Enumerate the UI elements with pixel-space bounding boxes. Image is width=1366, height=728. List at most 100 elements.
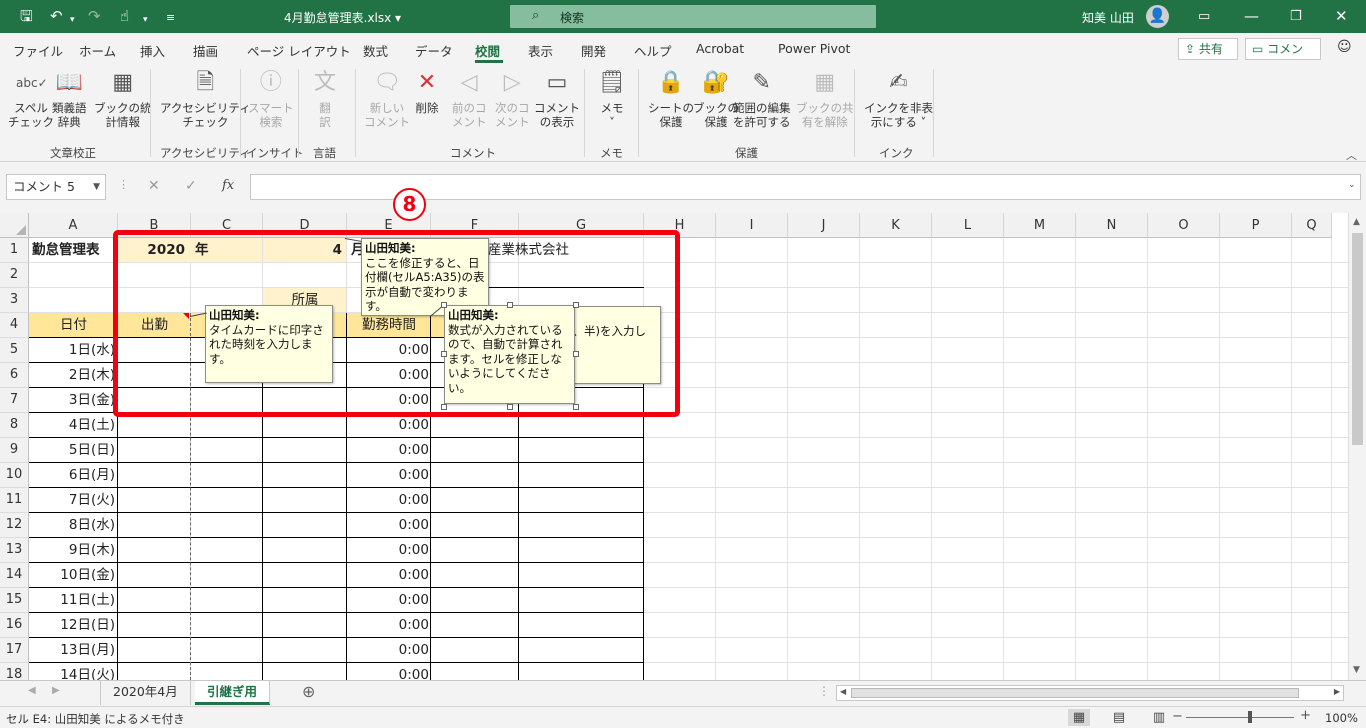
cell-date[interactable]: 14日(火) — [29, 663, 115, 680]
zoom-level[interactable]: 100% — [1325, 711, 1358, 725]
ribbon-display-icon[interactable]: ▭ — [1198, 8, 1210, 26]
row-header[interactable]: 1 — [0, 238, 29, 263]
page-layout-view-icon[interactable]: ▤ — [1108, 709, 1130, 726]
tab-developer[interactable]: 開発 — [581, 41, 606, 60]
tab-power-pivot[interactable]: Power Pivot — [778, 41, 850, 56]
row-header[interactable]: 8 — [0, 413, 29, 438]
tab-acrobat[interactable]: Acrobat — [696, 41, 744, 56]
row-header[interactable]: 3 — [0, 288, 29, 313]
accessibility-check-button[interactable]: 🗎 アクセシビリティ チェック — [160, 69, 251, 129]
thesaurus-button[interactable]: 📖 類義語 辞典 — [52, 69, 87, 129]
row-header[interactable]: 10 — [0, 463, 29, 488]
column-header[interactable]: O — [1148, 213, 1220, 238]
column-header[interactable]: Q — [1292, 213, 1332, 238]
cancel-icon[interactable]: ✕ — [148, 178, 160, 194]
vertical-scrollbar[interactable]: ▲ ▼ — [1348, 213, 1366, 680]
cell-work-hours[interactable]: 0:00 — [347, 613, 429, 637]
cell-date[interactable]: 2日(木) — [29, 363, 115, 387]
delete-comment-button[interactable]: ✕ 削除 — [412, 69, 442, 115]
page-break-view-icon[interactable]: ▥ — [1148, 709, 1170, 726]
tab-data[interactable]: データ — [415, 41, 453, 60]
h-scroll-thumb[interactable] — [851, 688, 1299, 698]
cell-date[interactable]: 8日(水) — [29, 513, 115, 537]
cell-work-hours[interactable]: 0:00 — [347, 538, 429, 562]
tab-home[interactable]: ホーム — [79, 41, 116, 60]
collapse-ribbon-icon[interactable]: ︿ — [1346, 147, 1357, 163]
allow-edit-ranges-button[interactable]: ✎ 範囲の編集 を許可する — [733, 69, 791, 129]
protect-sheet-button[interactable]: 🔒 シートの 保護 — [648, 69, 694, 129]
scroll-up-icon[interactable]: ▲ — [1353, 217, 1360, 227]
sheet-tab-handover[interactable]: 引継ぎ用 — [195, 681, 271, 705]
column-header[interactable]: N — [1076, 213, 1148, 238]
cell-work-hours[interactable]: 0:00 — [347, 488, 429, 512]
row-header[interactable]: 15 — [0, 588, 29, 613]
cell-work-hours[interactable]: 0:00 — [347, 663, 429, 680]
cell-date[interactable]: 10日(金) — [29, 563, 115, 587]
cell-date[interactable]: 1日(水) — [29, 338, 115, 362]
zoom-in-icon[interactable]: + — [1300, 708, 1311, 723]
file-title[interactable]: 4月勤怠管理表.xlsx ▾ — [284, 9, 401, 26]
workbook-stats-button[interactable]: ▦ ブックの統 計情報 — [94, 69, 152, 129]
tab-review[interactable]: 校閲 — [475, 41, 500, 60]
undo-icon[interactable]: ↶ — [50, 7, 63, 25]
cell-date[interactable]: 5日(日) — [29, 438, 115, 462]
row-header[interactable]: 16 — [0, 613, 29, 638]
chevron-down-icon[interactable]: ▼ — [93, 175, 100, 199]
row-header[interactable]: 5 — [0, 338, 29, 363]
scroll-thumb[interactable] — [1352, 233, 1363, 445]
cell-date[interactable]: 12日(日) — [29, 613, 115, 637]
tab-insert[interactable]: 挿入 — [140, 41, 165, 60]
smart-lookup-button[interactable]: ⓘ スマート 検索 — [248, 69, 294, 129]
row-header[interactable]: 14 — [0, 563, 29, 588]
cell-work-hours[interactable]: 0:00 — [347, 588, 429, 612]
column-header[interactable]: J — [788, 213, 860, 238]
new-comment-button[interactable]: 🗨 新しい コメント — [364, 69, 410, 129]
cell-date[interactable]: 13日(月) — [29, 638, 115, 662]
comments-button[interactable]: ▭ コメント — [1245, 38, 1321, 76]
cell-work-hours[interactable]: 0:00 — [347, 463, 429, 487]
row-header[interactable]: 9 — [0, 438, 29, 463]
insert-function-icon[interactable]: fx — [222, 178, 234, 193]
row-header[interactable]: 6 — [0, 363, 29, 388]
tab-help[interactable]: ヘルプ — [634, 41, 672, 60]
save-icon[interactable]: 🖫 — [20, 7, 33, 25]
cell-work-hours[interactable]: 0:00 — [347, 638, 429, 662]
row-header[interactable]: 13 — [0, 538, 29, 563]
cell-work-hours[interactable]: 0:00 — [347, 563, 429, 587]
zoom-knob[interactable] — [1248, 711, 1252, 723]
column-header[interactable]: A — [29, 213, 118, 238]
name-box[interactable]: コメント 5 ▼ — [6, 174, 106, 200]
hide-ink-button[interactable]: ✍ インクを非表 示にする ˅ — [864, 69, 933, 129]
horizontal-scrollbar[interactable]: ◀ ▶ — [836, 685, 1344, 701]
next-comment-button[interactable]: ▷ 次のコ メント — [495, 69, 530, 129]
cell-date[interactable]: 3日(金) — [29, 388, 115, 412]
cell-date[interactable]: 6日(月) — [29, 463, 115, 487]
column-header[interactable]: K — [860, 213, 932, 238]
cell-title[interactable]: 勤怠管理表 — [32, 238, 118, 262]
row-header[interactable]: 18 — [0, 663, 29, 680]
row-header[interactable]: 2 — [0, 263, 29, 288]
tab-formulas[interactable]: 数式 — [363, 41, 388, 60]
cell-header-date[interactable]: 日付 — [29, 313, 118, 337]
column-header[interactable]: I — [716, 213, 788, 238]
scroll-right-icon[interactable]: ▶ — [1334, 687, 1340, 696]
zoom-slider[interactable] — [1186, 711, 1294, 723]
share-button[interactable]: ⇪ 共有 — [1178, 38, 1238, 60]
column-header[interactable]: L — [932, 213, 1004, 238]
touch-mode-icon[interactable]: ☝ — [120, 7, 129, 25]
touch-dropdown-icon[interactable]: ▾ — [143, 11, 148, 29]
normal-view-icon[interactable]: ▦ — [1068, 709, 1090, 726]
tab-page-layout[interactable]: ページ レイアウト — [247, 41, 351, 60]
row-header[interactable]: 7 — [0, 388, 29, 413]
sheet-tab-2020-april[interactable]: 2020年4月 — [100, 681, 191, 705]
column-header[interactable]: P — [1220, 213, 1292, 238]
cell-date[interactable]: 11日(土) — [29, 588, 115, 612]
redo-icon[interactable]: ↷ — [88, 7, 101, 25]
cell-work-hours[interactable]: 0:00 — [347, 438, 429, 462]
tab-draw[interactable]: 描画 — [193, 41, 218, 60]
minimize-icon[interactable]: — — [1244, 7, 1259, 25]
customize-qat-icon[interactable]: ≡ — [166, 9, 175, 27]
next-sheet-icon[interactable]: ▶ — [52, 685, 60, 696]
scroll-down-icon[interactable]: ▼ — [1353, 665, 1360, 675]
tab-file[interactable]: ファイル — [13, 41, 63, 60]
